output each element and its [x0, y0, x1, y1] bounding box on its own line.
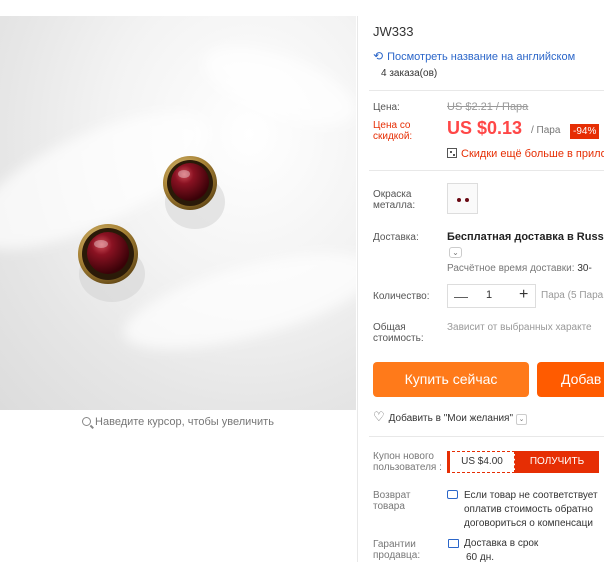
buy-now-button[interactable]: Купить сейчас: [373, 362, 529, 397]
coupon-label: Купон нового пользователя :: [373, 451, 442, 473]
shipping-dropdown-chevron-icon[interactable]: ⌄: [449, 247, 462, 258]
earring-thumb: [457, 198, 461, 202]
quantity-stepper[interactable]: — 1 +: [447, 284, 536, 308]
discount-price: US $0.13: [447, 118, 523, 138]
shipping-value: Бесплатная доставка в Russia: [447, 231, 604, 243]
divider: [357, 16, 358, 562]
earrings-illustration: [78, 156, 225, 302]
orders-count: 4 заказа(ов): [381, 68, 438, 79]
wishlist-button[interactable]: ♡ Добавить в "Мои желания" ⌄: [373, 409, 528, 425]
delivery-estimate: Расчётное время доставки: 30-: [447, 263, 592, 274]
translate-link[interactable]: ⟲ Посмотреть название на английском: [373, 49, 575, 63]
quantity-decrease-button[interactable]: —: [454, 288, 468, 304]
add-to-cart-button[interactable]: Добав: [537, 362, 604, 397]
magnifier-icon: [82, 417, 92, 426]
returns-text: Если товар не соответствует оплатив стои…: [464, 490, 598, 529]
total-value: Зависит от выбранных характе: [447, 322, 592, 333]
color-label: Окраска металла:: [373, 189, 416, 211]
quantity-increase-button[interactable]: +: [519, 286, 528, 304]
quantity-unit: Пара (5 Пара: [541, 290, 604, 301]
price-unit: / Пара: [531, 125, 561, 136]
divider: [369, 170, 604, 171]
price-label: Цена:: [373, 102, 400, 113]
earring-thumb: [465, 198, 469, 202]
heart-icon: ♡: [373, 409, 385, 424]
discount-badge: -94%: [570, 124, 600, 139]
quantity-label: Количество:: [373, 291, 430, 302]
get-coupon-button[interactable]: ПОЛУЧИТЬ: [515, 451, 599, 473]
divider: [369, 90, 604, 91]
product-image[interactable]: [0, 16, 356, 410]
shipping-label: Доставка:: [373, 232, 419, 243]
discount-price-label: Цена со скидкой:: [373, 120, 413, 142]
total-label: Общая стоимость:: [373, 322, 424, 344]
app-promo-link[interactable]: Скидки ещё больше в прило: [447, 148, 604, 160]
folder-icon: [448, 539, 459, 548]
coupon-value: US $4.00: [447, 451, 515, 473]
original-price: US $2.21 / Пара: [447, 101, 529, 113]
divider: [369, 436, 604, 437]
zoom-hint: Наведите курсор, чтобы увеличить: [0, 416, 356, 428]
product-title: JW333: [373, 24, 414, 39]
translate-icon: ⟲: [373, 49, 384, 63]
quantity-input[interactable]: 1: [486, 289, 492, 301]
guarantee-text: Доставка в срок 60 дн.: [464, 538, 539, 562]
guarantee-label: Гарантии продавца:: [373, 539, 421, 561]
return-policy-icon: [447, 490, 458, 499]
qr-code-icon: [447, 148, 457, 158]
color-swatch[interactable]: [447, 183, 478, 214]
chevron-down-icon[interactable]: ⌄: [516, 414, 528, 425]
returns-label: Возврат товара: [373, 490, 411, 512]
